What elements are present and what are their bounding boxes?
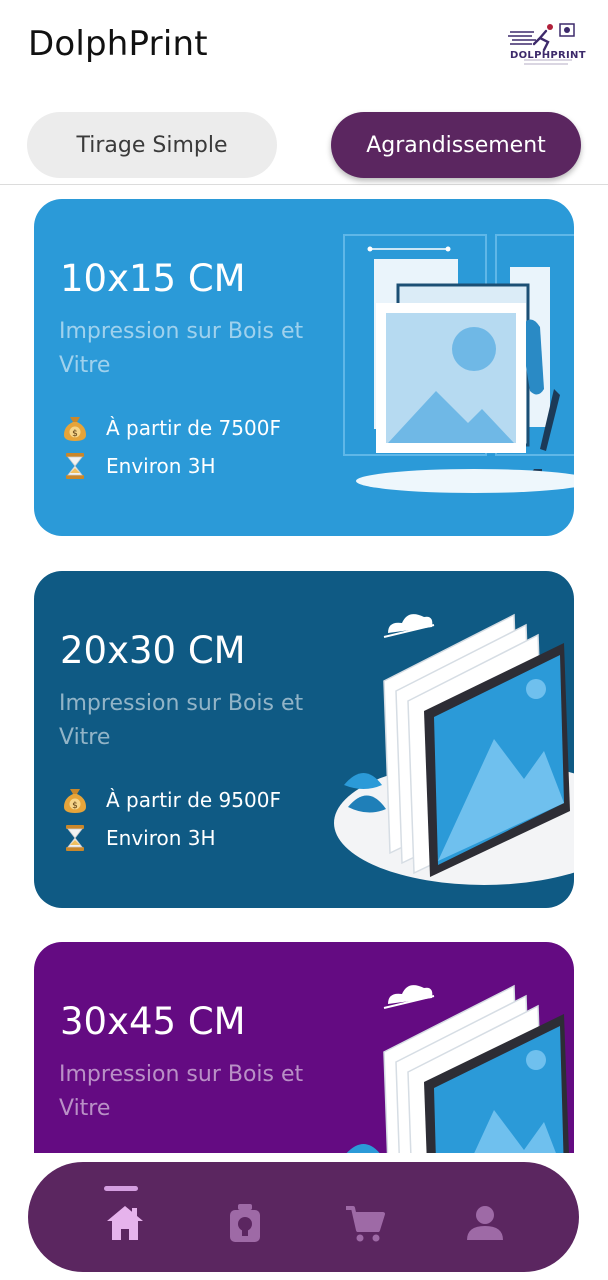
logo: DOLPHPRINT [506,20,586,74]
gallery-illustration [334,613,574,885]
card-size: 10x15 CM [60,257,246,300]
card-description: Impression sur Bois et Vitre [59,1062,304,1121]
card-description: Impression sur Bois et Vitre [59,691,304,750]
price-row: $ À partir de 9500F [60,783,281,817]
nav-profile[interactable] [450,1162,520,1272]
frame-icon [230,1204,260,1242]
product-card-30x45[interactable]: 30x45 CM Impression sur Bois et Vitre [34,942,574,1153]
logo-text: DOLPHPRINT [510,50,586,61]
svg-text:$: $ [72,801,78,811]
profile-icon [467,1206,503,1240]
product-card-10x15[interactable]: 10x15 CM Impression sur Bois et Vitre $ … [34,199,574,536]
app-header: DolphPrint DOLPHPRINT [0,0,608,96]
gallery-illustration [346,984,569,1153]
hourglass-icon [66,825,84,851]
price-row: $ À partir de 7500F [60,411,281,445]
money-bag-icon: $ [64,417,86,441]
product-card-20x30[interactable]: 20x30 CM Impression sur Bois et Vitre $ … [34,571,574,908]
card-description: Impression sur Bois et Vitre [59,319,304,378]
duration-row: Environ 3H [60,821,216,855]
card-duration: Environ 3H [106,826,216,850]
bottom-nav [28,1162,579,1272]
duration-row: Environ 3H [60,449,216,483]
nav-cart[interactable] [330,1162,400,1272]
active-indicator [104,1186,138,1191]
nav-frames[interactable] [210,1162,280,1272]
home-icon [107,1206,143,1240]
app-title: DolphPrint [28,24,208,64]
product-list: 10x15 CM Impression sur Bois et Vitre $ … [0,185,608,1153]
card-size: 20x30 CM [60,629,246,672]
card-price: À partir de 9500F [106,788,281,812]
tab-bar: Tirage Simple Agrandissement [0,110,608,185]
frames-illustration [343,234,574,493]
card-price: À partir de 7500F [106,416,281,440]
hourglass-icon [66,453,84,479]
tab-tirage-simple[interactable]: Tirage Simple [27,112,277,178]
tab-agrandissement[interactable]: Agrandissement [331,112,581,178]
nav-home[interactable] [90,1162,160,1272]
card-size: 30x45 CM [60,1000,246,1043]
svg-text:$: $ [72,429,78,439]
logo-graphic [508,23,575,65]
money-bag-icon: $ [64,789,86,813]
card-duration: Environ 3H [106,454,216,478]
cart-icon [346,1206,385,1242]
